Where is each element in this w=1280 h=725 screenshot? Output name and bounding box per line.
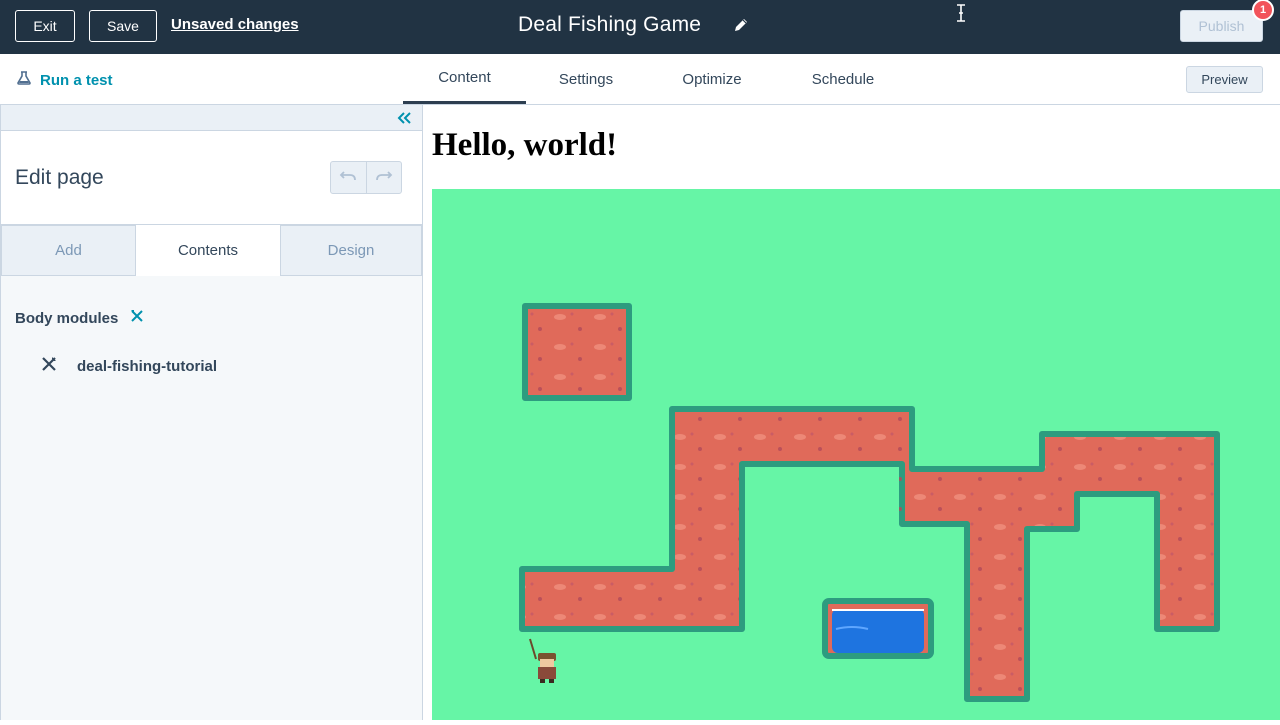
sidebar-tab-design[interactable]: Design [280,225,422,276]
notification-badge: 1 [1252,0,1274,21]
module-item-label: deal-fishing-tutorial [77,357,217,375]
pond [822,598,934,659]
redo-icon [375,169,393,187]
tab-content[interactable]: Content [403,54,526,104]
publish-button[interactable]: Publish [1180,10,1263,42]
body-modules-heading: Body modules [15,309,144,327]
run-test-link[interactable]: Run a test [16,70,113,90]
exit-button[interactable]: Exit [15,10,75,42]
preview-heading: Hello, world! [432,127,618,163]
module-item-deal-fishing-tutorial[interactable]: deal-fishing-tutorial [41,356,217,376]
page-title[interactable]: Deal Fishing Game [518,13,701,37]
undo-button[interactable] [331,162,367,193]
sidebar-tab-add[interactable]: Add [1,225,136,276]
undo-redo-group [330,161,402,194]
editor-nav-bar: Run a test Content Settings Optimize Sch… [0,54,1280,105]
sidebar-title: Edit page [15,166,104,189]
tools-icon[interactable] [130,309,144,327]
sidebar-tabs: Add Contents Design [1,225,422,276]
tools-icon [41,356,57,376]
body-modules-label: Body modules [15,309,119,327]
text-cursor-icon [955,4,967,22]
tab-schedule[interactable]: Schedule [793,54,893,104]
save-button[interactable]: Save [89,10,157,42]
sidebar-tab-contents[interactable]: Contents [136,225,280,276]
tab-optimize[interactable]: Optimize [662,54,762,104]
pencil-icon[interactable] [733,17,749,33]
sidebar-header: Edit page [1,131,422,225]
sidebar-collapse-bar [1,105,422,131]
collapse-chevrons-icon[interactable] [396,111,412,125]
run-test-label: Run a test [40,71,113,89]
game-map [432,189,1280,720]
game-canvas[interactable] [432,189,1280,720]
undo-icon [339,169,357,187]
preview-button[interactable]: Preview [1186,66,1263,93]
tab-settings[interactable]: Settings [540,54,632,104]
edit-sidebar: Edit page Add Contents Design Body modul… [0,105,423,720]
flask-icon [16,70,32,90]
unsaved-changes-link[interactable]: Unsaved changes [171,16,299,33]
redo-button[interactable] [367,162,402,193]
top-bar: Exit Save Unsaved changes Deal Fishing G… [0,0,1280,54]
page-preview: Hello, world! [423,105,1280,720]
